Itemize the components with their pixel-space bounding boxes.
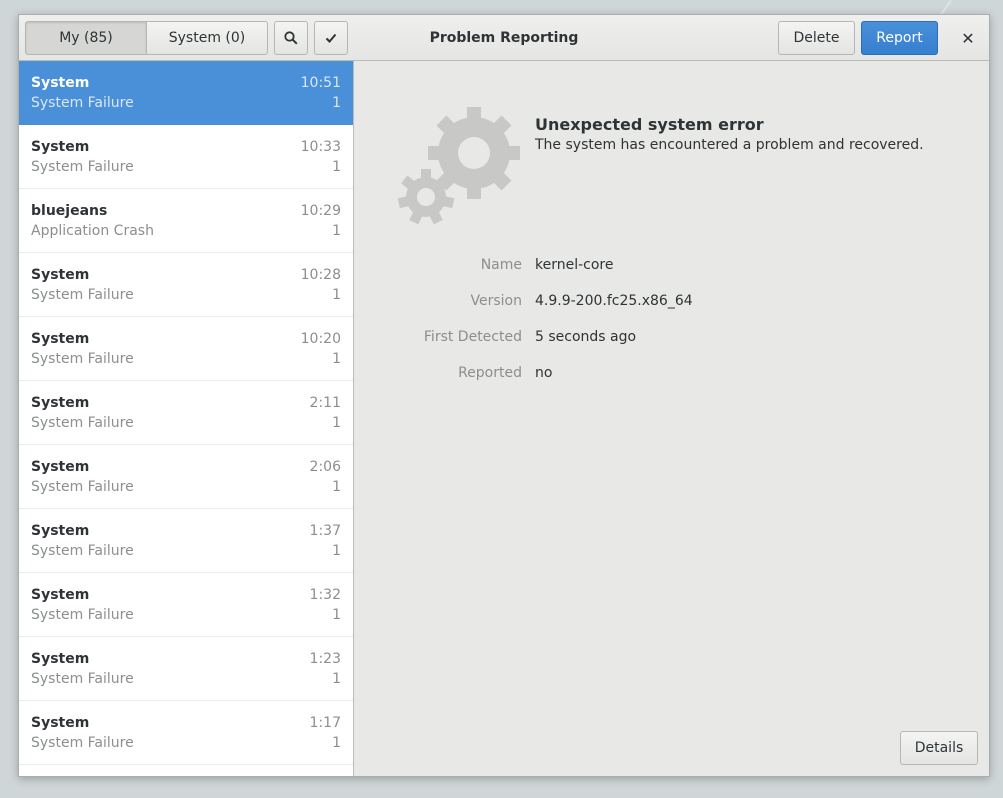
checkmark-icon [325,33,337,43]
problem-count: 1 [332,479,341,495]
list-item[interactable]: System System Failure 1:32 1 [19,573,353,637]
list-item[interactable]: System System Failure 1:17 1 [19,701,353,765]
problem-name: System [31,715,90,731]
problem-count: 1 [332,351,341,367]
details-button[interactable]: Details [900,731,978,765]
error-title: Unexpected system error [535,115,764,134]
info-row-version: Version 4.9.9-200.fc25.x86_64 [354,293,954,329]
problem-list: System System Failure 10:51 1 System System F… [19,61,354,776]
selection-mode-button[interactable] [314,21,348,55]
problem-name: bluejeans [31,203,108,219]
list-item[interactable]: System System Failure 10:51 1 [19,61,353,125]
info-value: 5 seconds ago [535,329,637,345]
info-row-name: Name kernel-core [354,257,954,293]
close-icon: ✕ [961,28,975,48]
problem-time: 10:20 [300,331,341,347]
problem-type: System Failure [31,543,134,559]
delete-button[interactable]: Delete [778,21,855,55]
problem-name: System [31,267,90,283]
tab-my-problems[interactable]: My (85) [25,21,147,55]
problem-type: Application Crash [31,223,154,239]
problem-name: System [31,331,90,347]
problem-count: 1 [332,159,341,175]
problem-time: 10:28 [300,267,341,283]
list-item[interactable]: bluejeans Application Crash 10:29 1 [19,189,353,253]
report-button[interactable]: Report [861,21,938,55]
header-bar: My (85) System (0) Problem Reporting Del… [19,15,989,61]
tab-system-problems[interactable]: System (0) [146,21,268,55]
tab-my-label: My (85) [59,30,113,46]
list-item[interactable]: System System Failure 10:33 1 [19,125,353,189]
problem-time: 2:11 [309,395,341,411]
problem-name: System [31,395,90,411]
tab-system-label: System (0) [168,30,246,46]
problem-count: 1 [332,287,341,303]
list-item[interactable]: System System Failure 10:28 1 [19,253,353,317]
problem-name: System [31,523,90,539]
problem-time: 1:23 [309,651,341,667]
search-icon [284,31,298,45]
problem-type: System Failure [31,351,134,367]
info-value: no [535,365,553,381]
problem-type: System Failure [31,159,134,175]
list-item[interactable]: System System Failure 1:37 1 [19,509,353,573]
problem-time: 10:51 [300,75,341,91]
info-label: Reported [458,365,522,381]
list-item[interactable]: System System Failure 2:11 1 [19,381,353,445]
window-title: Problem Reporting [429,29,579,46]
info-row-first-detected: First Detected 5 seconds ago [354,329,954,365]
report-label: Report [876,30,923,46]
info-label: Version [470,293,522,309]
problem-info: Name kernel-core Version 4.9.9-200.fc25.… [354,257,954,401]
list-item[interactable]: System System Failure 1:23 1 [19,637,353,701]
problem-time: 1:37 [309,523,341,539]
problem-count: 1 [332,415,341,431]
info-label: Name [480,257,522,273]
problem-reporting-window: My (85) System (0) Problem Reporting Del… [18,14,990,777]
problem-type: System Failure [31,95,134,111]
info-value: kernel-core [535,257,614,273]
problem-type: System Failure [31,735,134,751]
problem-name: System [31,75,90,91]
problem-type: System Failure [31,607,134,623]
problem-count: 1 [332,223,341,239]
problem-time: 10:29 [300,203,341,219]
close-button[interactable]: ✕ [954,21,982,55]
problem-type: System Failure [31,671,134,687]
delete-label: Delete [793,30,840,46]
problem-type: System Failure [31,479,134,495]
problem-time: 10:33 [300,139,341,155]
info-label: First Detected [423,329,522,345]
error-subtitle: The system has encountered a problem and… [535,137,924,153]
details-label: Details [914,740,964,756]
problem-time: 1:32 [309,587,341,603]
problem-type: System Failure [31,287,134,303]
search-button[interactable] [274,21,308,55]
problem-count: 1 [332,607,341,623]
problem-name: System [31,459,90,475]
problem-type: System Failure [31,415,134,431]
problem-name: System [31,139,90,155]
problem-details: Unexpected system error The system has e… [354,61,989,776]
gears-icon [397,107,520,225]
problem-name: System [31,587,90,603]
problem-count: 1 [332,95,341,111]
list-item[interactable]: System System Failure 10:20 1 [19,317,353,381]
problem-count: 1 [332,671,341,687]
info-value: 4.9.9-200.fc25.x86_64 [535,293,693,309]
list-item[interactable]: System System Failure 2:06 1 [19,445,353,509]
info-row-reported: Reported no [354,365,954,401]
problem-count: 1 [332,543,341,559]
problem-time: 2:06 [309,459,341,475]
problem-name: System [31,651,90,667]
problem-count: 1 [332,735,341,751]
problem-time: 1:17 [309,715,341,731]
